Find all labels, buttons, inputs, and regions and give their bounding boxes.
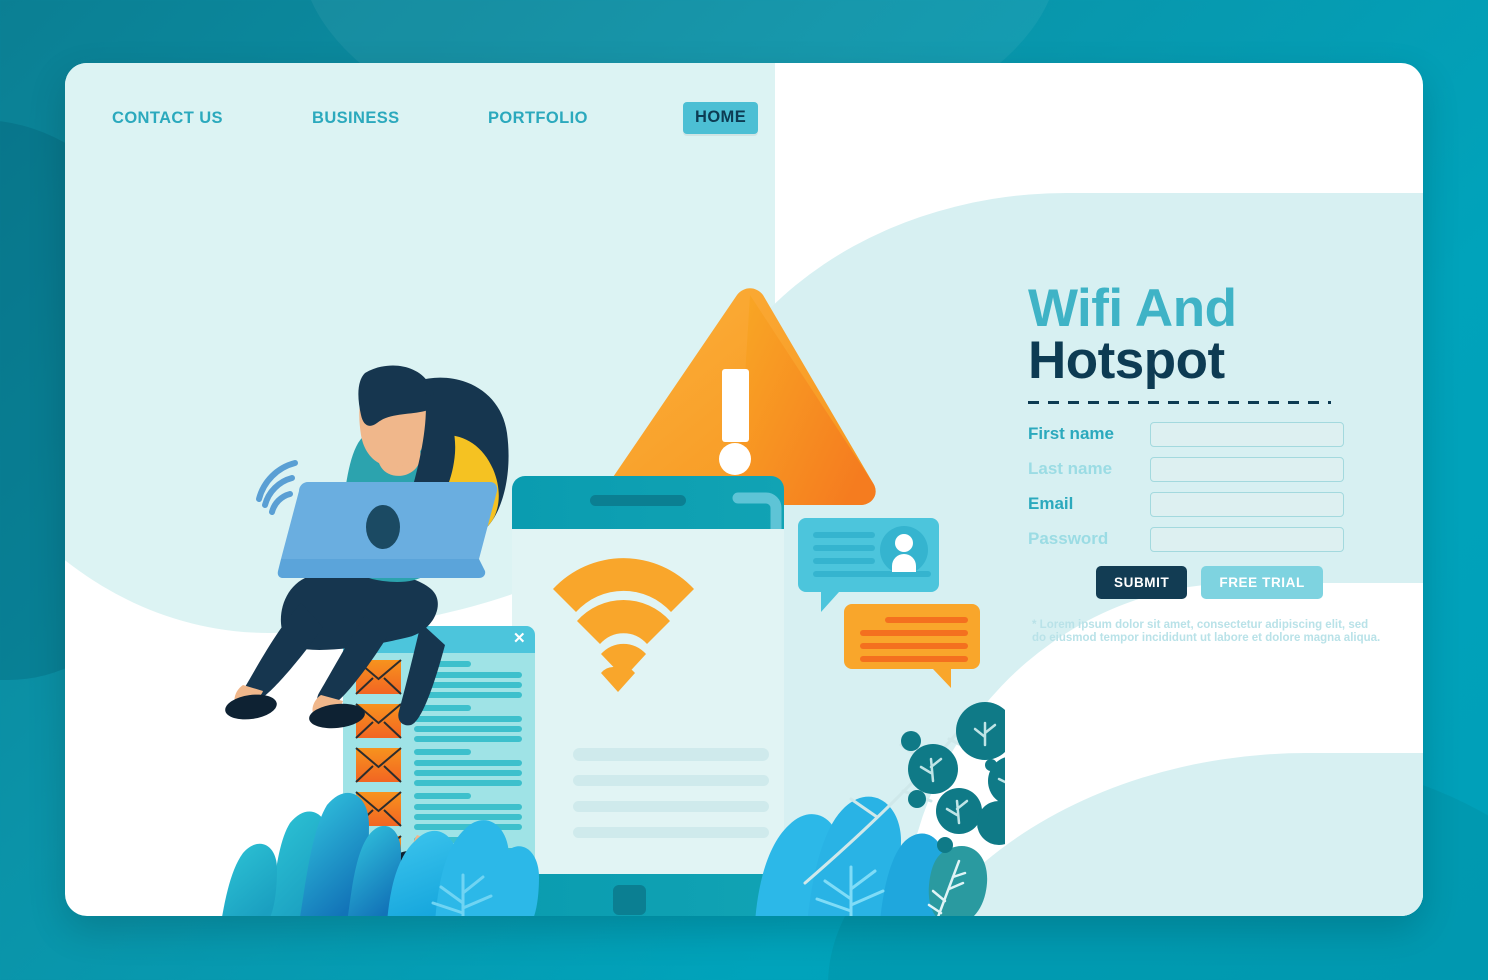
nav-item-contact-us[interactable]: CONTACT US xyxy=(112,109,223,128)
chat-bubble-outgoing xyxy=(844,604,980,688)
title-divider xyxy=(1028,400,1331,404)
form-actions: SUBMIT FREE TRIAL xyxy=(1096,565,1408,599)
email-label: Email xyxy=(1028,494,1074,514)
submit-button[interactable]: SUBMIT xyxy=(1096,565,1188,599)
chat-bubble-incoming xyxy=(798,518,939,612)
email-input[interactable] xyxy=(1150,491,1344,517)
main-navigation: CONTACT US BUSINESS PORTFOLIO HOME xyxy=(65,93,1423,143)
wifi-waves-icon xyxy=(256,460,298,515)
page-title: Wifi And Hotspot xyxy=(1028,279,1408,390)
signup-form: First name Last name Email Password SUBM… xyxy=(1028,421,1408,599)
password-input[interactable] xyxy=(1150,526,1344,552)
free-trial-button[interactable]: FREE TRIAL xyxy=(1201,565,1323,599)
form-footnote: * Lorem ipsum dolor sit amet, consectetu… xyxy=(1032,618,1381,645)
form-row-password: Password xyxy=(1028,526,1408,552)
hero-illustration: ✕ xyxy=(65,63,1005,916)
signup-panel: Wifi And Hotspot First name Last name Em… xyxy=(1028,279,1408,646)
form-row-first-name: First name xyxy=(1028,421,1408,447)
form-row-email: Email xyxy=(1028,491,1408,517)
close-icon: ✕ xyxy=(513,630,526,647)
first-name-label: First name xyxy=(1028,424,1114,444)
last-name-label: Last name xyxy=(1028,459,1113,479)
page-title-line2: Hotspot xyxy=(1028,330,1225,390)
landing-page-card: CONTACT US BUSINESS PORTFOLIO HOME ✕ Wif… xyxy=(65,63,1423,916)
password-label: Password xyxy=(1028,529,1109,549)
leaf-round xyxy=(956,702,1005,760)
page-title-line1: Wifi And xyxy=(1028,279,1237,338)
last-name-input[interactable] xyxy=(1150,456,1344,482)
first-name-input[interactable] xyxy=(1150,421,1344,447)
form-row-last-name: Last name xyxy=(1028,456,1408,482)
nav-item-portfolio[interactable]: PORTFOLIO xyxy=(488,109,588,128)
nav-item-business[interactable]: BUSINESS xyxy=(312,109,400,128)
nav-item-home[interactable]: HOME xyxy=(683,102,759,134)
tablet-device xyxy=(512,476,784,916)
warning-triangle-icon xyxy=(606,288,876,505)
